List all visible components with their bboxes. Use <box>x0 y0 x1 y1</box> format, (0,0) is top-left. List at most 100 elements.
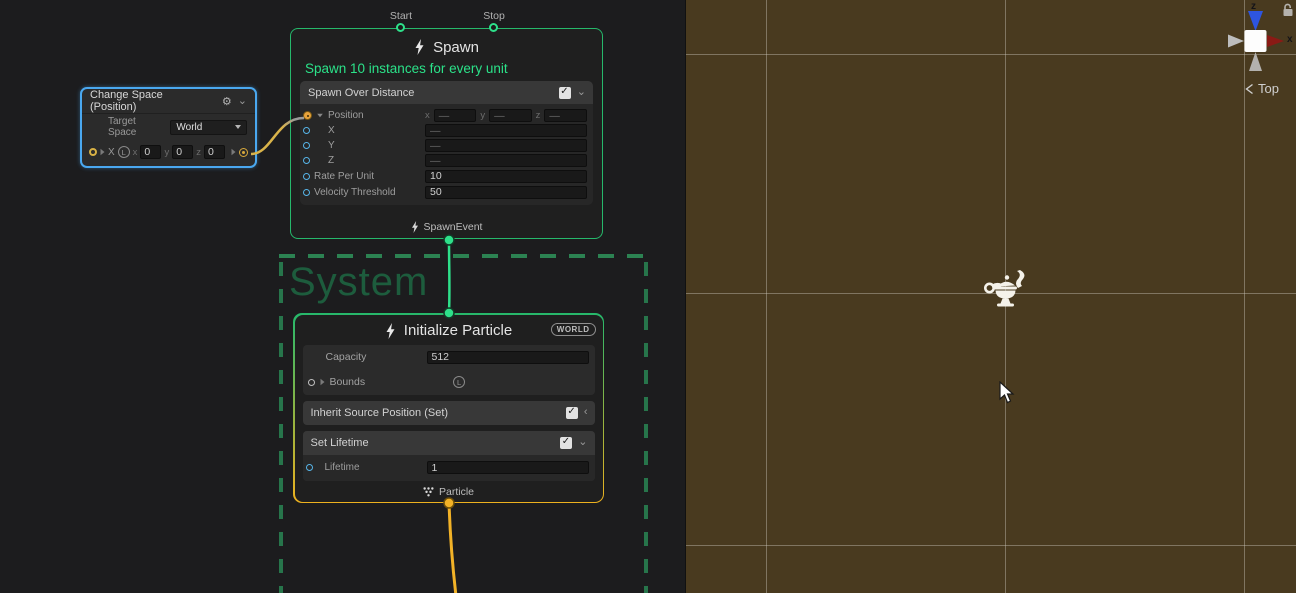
vfx-graph-canvas[interactable]: System Start Stop Spawn Spawn 10 instanc… <box>0 0 686 593</box>
stop-port-label: Stop <box>483 10 505 22</box>
position-row: Position x — y — z — <box>300 108 593 123</box>
block-enabled-checkbox[interactable] <box>560 437 572 449</box>
velocity-threshold-port[interactable] <box>303 189 310 196</box>
world-space-badge[interactable]: WORLD <box>551 323 596 336</box>
velocity-threshold-field[interactable]: 50 <box>425 186 587 199</box>
gizmo-x-cone[interactable] <box>1267 35 1284 47</box>
rate-per-unit-field[interactable]: 10 <box>425 170 587 183</box>
scene-view[interactable]: z x Top <box>686 0 1296 593</box>
position-output-port[interactable] <box>239 148 248 157</box>
gizmo-left-cone[interactable] <box>1228 35 1244 48</box>
bounds-label: Bounds <box>330 376 366 388</box>
mouse-cursor <box>999 381 1016 405</box>
gizmo-down-cone[interactable] <box>1249 52 1262 71</box>
system-border-right <box>644 262 648 593</box>
y-label: Y <box>328 140 335 151</box>
particle-dots-icon <box>423 487 434 497</box>
change-space-title: Change Space (Position) <box>90 89 210 113</box>
visual-effect-lamp-icon[interactable] <box>983 269 1029 315</box>
y-field[interactable]: — <box>425 139 587 152</box>
spawn-over-distance-block[interactable]: Spawn Over Distance ⌄ Position x — <box>300 81 593 205</box>
y-port[interactable] <box>303 142 310 149</box>
block-enabled-checkbox[interactable] <box>559 87 571 99</box>
x-value-field[interactable]: 0 <box>140 145 161 159</box>
block-enabled-checkbox[interactable] <box>566 407 578 419</box>
chevron-down-icon[interactable]: ⌄ <box>238 96 247 107</box>
stop-flow-port[interactable] <box>489 23 498 32</box>
z-value-field[interactable]: 0 <box>204 145 225 159</box>
spawn-node-title: Spawn <box>433 39 479 56</box>
gizmo-x-label: x <box>1287 34 1293 45</box>
bounds-port[interactable] <box>308 379 315 386</box>
gizmo-center-cube[interactable] <box>1245 30 1267 52</box>
chevron-left-icon[interactable]: ‹ <box>584 407 588 418</box>
x-label: X <box>328 125 335 136</box>
axis-y-label: y <box>164 147 169 158</box>
lifetime-field[interactable]: 1 <box>427 461 589 474</box>
lifetime-label: Lifetime <box>325 462 360 473</box>
spawn-node-subtitle: Spawn 10 instances for every unit <box>291 61 602 81</box>
block-title: Inherit Source Position (Set) <box>311 407 449 419</box>
z-label: Z <box>328 155 334 166</box>
gizmo-z-label: z <box>1251 1 1256 12</box>
chevron-down-icon[interactable]: ⌄ <box>578 437 587 448</box>
bounds-row: Bounds L <box>303 370 595 395</box>
position-port[interactable] <box>303 111 312 120</box>
lifetime-row: Lifetime 1 <box>303 455 595 481</box>
output-arrow-icon <box>232 149 236 155</box>
lifetime-port[interactable] <box>306 464 313 471</box>
change-space-node[interactable]: Change Space (Position) ⚙ ⌄ Target Space… <box>80 87 257 168</box>
position-label: Position <box>328 110 364 121</box>
position-x-field[interactable]: — <box>434 109 477 122</box>
input-port-label: X <box>108 147 115 158</box>
chevron-down-icon[interactable]: ⌄ <box>577 87 586 98</box>
target-space-dropdown[interactable]: World <box>170 120 247 135</box>
local-space-icon[interactable]: L <box>118 146 130 158</box>
position-input-port[interactable] <box>89 148 97 156</box>
gear-icon[interactable]: ⚙ <box>222 95 232 108</box>
x-field[interactable]: — <box>425 124 587 137</box>
z-port[interactable] <box>303 157 310 164</box>
capacity-label: Capacity <box>326 351 367 363</box>
rate-per-unit-port[interactable] <box>303 173 310 180</box>
initialize-particle-node[interactable]: Initialize Particle WORLD Capacity 512 B… <box>293 313 604 503</box>
spawn-event-output-label: SpawnEvent <box>424 221 483 233</box>
z-field[interactable]: — <box>425 154 587 167</box>
grid-line <box>686 545 1296 546</box>
y-value-field[interactable]: 0 <box>172 145 193 159</box>
position-y-field[interactable]: — <box>489 109 532 122</box>
start-port-label: Start <box>390 10 412 22</box>
spawn-context-node[interactable]: Start Stop Spawn Spawn 10 instances for … <box>290 28 603 239</box>
grid-line <box>686 54 1296 55</box>
unity-window: System Start Stop Spawn Spawn 10 instanc… <box>0 0 1296 593</box>
system-group-title: System <box>289 260 428 305</box>
local-space-icon[interactable]: L <box>453 376 465 388</box>
particle-output-label: Particle <box>439 486 474 498</box>
system-border-left <box>279 262 283 593</box>
view-orientation-label[interactable]: Top <box>1245 81 1279 96</box>
gizmo-z-cone[interactable] <box>1248 11 1263 31</box>
start-flow-port[interactable] <box>396 23 405 32</box>
expand-caret-icon[interactable] <box>317 114 323 118</box>
inherit-source-position-block[interactable]: Inherit Source Position (Set) ‹ <box>303 401 595 425</box>
lock-icon[interactable] <box>1282 3 1294 17</box>
expand-arrow-icon[interactable] <box>320 379 324 385</box>
expand-arrow-icon[interactable] <box>101 149 105 155</box>
lightning-icon <box>411 221 419 233</box>
lightning-icon <box>385 323 396 339</box>
axis-z-label: z <box>536 110 541 121</box>
x-row: X — <box>300 123 593 138</box>
axis-x-label: x <box>425 110 430 121</box>
block-title: Set Lifetime <box>311 437 369 449</box>
capacity-field[interactable]: 512 <box>427 351 589 364</box>
velocity-threshold-row: Velocity Threshold 50 <box>300 184 593 200</box>
axis-x-label: x <box>133 147 138 158</box>
position-z-field[interactable]: — <box>544 109 587 122</box>
x-port[interactable] <box>303 127 310 134</box>
initialize-settings: Capacity 512 Bounds L <box>303 345 595 395</box>
capacity-row: Capacity 512 <box>303 345 595 370</box>
dropdown-caret-icon <box>235 125 241 129</box>
system-border-top <box>279 254 648 258</box>
set-lifetime-block[interactable]: Set Lifetime ⌄ Lifetime 1 <box>303 431 595 481</box>
rate-per-unit-row: Rate Per Unit 10 <box>300 168 593 184</box>
